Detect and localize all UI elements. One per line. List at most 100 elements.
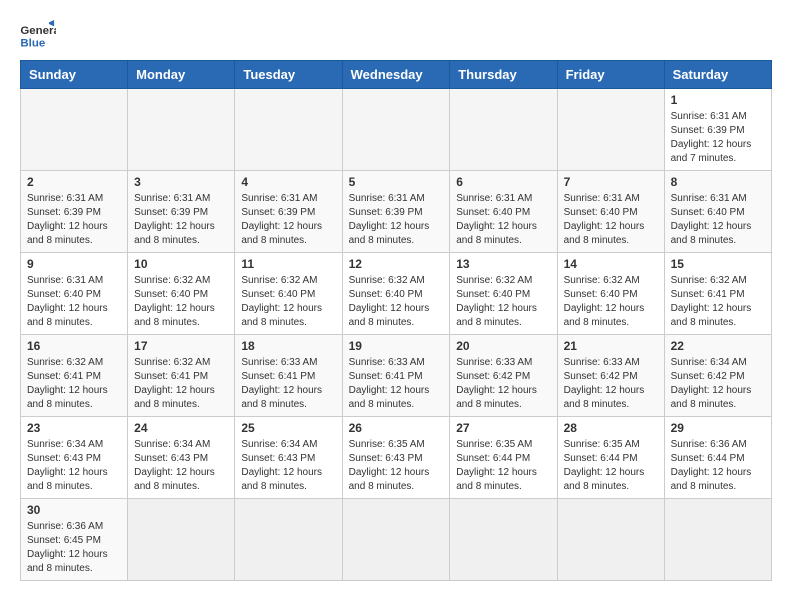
- day-info: Sunrise: 6:34 AM Sunset: 6:43 PM Dayligh…: [134, 438, 228, 494]
- calendar-day-cell: 17 Sunrise: 6:32 AM Sunset: 6:41 PM Dayli…: [128, 335, 235, 417]
- day-info: Sunrise: 6:31 AM Sunset: 6:40 PM Dayligh…: [564, 192, 658, 248]
- calendar-week-row: 23 Sunrise: 6:34 AM Sunset: 6:43 PM Dayli…: [21, 417, 772, 499]
- calendar-day-cell: 18Sunrise: 6:33 AM Sunset: 6:41 PM Dayli…: [235, 335, 342, 417]
- calendar-table: SundayMondayTuesdayWednesdayThursdayFrid…: [20, 60, 772, 581]
- day-number: 6: [456, 175, 550, 189]
- calendar-day-cell: [128, 499, 235, 581]
- day-number: 14: [564, 257, 658, 271]
- calendar-day-cell: 12 Sunrise: 6:32 AM Sunset: 6:40 PM Dayli…: [342, 253, 450, 335]
- day-info: Sunrise: 6:34 AM Sunset: 6:43 PM Dayligh…: [27, 438, 121, 494]
- day-number: 26: [349, 421, 444, 435]
- calendar-day-cell: 2 Sunrise: 6:31 AM Sunset: 6:39 PM Daylig…: [21, 171, 128, 253]
- day-number: 15: [671, 257, 765, 271]
- day-info: Sunrise: 6:33 AM Sunset: 6:42 PM Dayligh…: [456, 356, 550, 412]
- calendar-day-cell: [342, 499, 450, 581]
- column-header-sunday: Sunday: [21, 61, 128, 89]
- day-number: 30: [27, 503, 121, 517]
- calendar-day-cell: [342, 89, 450, 171]
- calendar-day-cell: 6 Sunrise: 6:31 AM Sunset: 6:40 PM Daylig…: [450, 171, 557, 253]
- svg-text:Blue: Blue: [20, 37, 45, 49]
- column-header-friday: Friday: [557, 61, 664, 89]
- day-number: 13: [456, 257, 550, 271]
- day-info: Sunrise: 6:32 AM Sunset: 6:40 PM Dayligh…: [564, 274, 658, 330]
- day-info: Sunrise: 6:32 AM Sunset: 6:40 PM Dayligh…: [134, 274, 228, 330]
- day-number: 27: [456, 421, 550, 435]
- logo: General Blue: [20, 20, 66, 50]
- day-info: Sunrise: 6:33 AM Sunset: 6:42 PM Dayligh…: [564, 356, 658, 412]
- day-number: 16: [27, 339, 121, 353]
- calendar-day-cell: 26 Sunrise: 6:35 AM Sunset: 6:43 PM Dayli…: [342, 417, 450, 499]
- day-number: 19: [349, 339, 444, 353]
- general-blue-logo-icon: General Blue: [20, 20, 56, 50]
- calendar-day-cell: 20 Sunrise: 6:33 AM Sunset: 6:42 PM Dayli…: [450, 335, 557, 417]
- calendar-day-cell: 29 Sunrise: 6:36 AM Sunset: 6:44 PM Dayli…: [664, 417, 771, 499]
- calendar-day-cell: 24 Sunrise: 6:34 AM Sunset: 6:43 PM Dayli…: [128, 417, 235, 499]
- calendar-day-cell: [235, 89, 342, 171]
- day-number: 8: [671, 175, 765, 189]
- calendar-week-row: 16 Sunrise: 6:32 AM Sunset: 6:41 PM Dayli…: [21, 335, 772, 417]
- calendar-day-cell: 9 Sunrise: 6:31 AM Sunset: 6:40 PM Daylig…: [21, 253, 128, 335]
- day-number: 25: [241, 421, 335, 435]
- column-header-wednesday: Wednesday: [342, 61, 450, 89]
- calendar-day-cell: [21, 89, 128, 171]
- calendar-day-cell: 7Sunrise: 6:31 AM Sunset: 6:40 PM Daylig…: [557, 171, 664, 253]
- day-info: Sunrise: 6:31 AM Sunset: 6:39 PM Dayligh…: [671, 110, 765, 166]
- day-info: Sunrise: 6:36 AM Sunset: 6:44 PM Dayligh…: [671, 438, 765, 494]
- calendar-day-cell: 30 Sunrise: 6:36 AM Sunset: 6:45 PM Dayli…: [21, 499, 128, 581]
- day-number: 20: [456, 339, 550, 353]
- day-number: 2: [27, 175, 121, 189]
- day-info: Sunrise: 6:35 AM Sunset: 6:43 PM Dayligh…: [349, 438, 444, 494]
- day-info: Sunrise: 6:36 AM Sunset: 6:45 PM Dayligh…: [27, 520, 121, 576]
- day-info: Sunrise: 6:32 AM Sunset: 6:40 PM Dayligh…: [456, 274, 550, 330]
- column-header-thursday: Thursday: [450, 61, 557, 89]
- svg-text:General: General: [20, 25, 56, 37]
- day-number: 23: [27, 421, 121, 435]
- calendar-day-cell: 10 Sunrise: 6:32 AM Sunset: 6:40 PM Dayli…: [128, 253, 235, 335]
- calendar-day-cell: 15 Sunrise: 6:32 AM Sunset: 6:41 PM Dayli…: [664, 253, 771, 335]
- day-info: Sunrise: 6:31 AM Sunset: 6:40 PM Dayligh…: [671, 192, 765, 248]
- calendar-day-cell: [557, 89, 664, 171]
- page-header: General Blue: [20, 20, 772, 50]
- day-number: 9: [27, 257, 121, 271]
- day-number: 1: [671, 93, 765, 107]
- column-header-monday: Monday: [128, 61, 235, 89]
- calendar-day-cell: [557, 499, 664, 581]
- day-info: Sunrise: 6:32 AM Sunset: 6:40 PM Dayligh…: [349, 274, 444, 330]
- day-info: Sunrise: 6:32 AM Sunset: 6:41 PM Dayligh…: [671, 274, 765, 330]
- column-header-tuesday: Tuesday: [235, 61, 342, 89]
- day-number: 29: [671, 421, 765, 435]
- calendar-day-cell: 28Sunrise: 6:35 AM Sunset: 6:44 PM Dayli…: [557, 417, 664, 499]
- day-number: 12: [349, 257, 444, 271]
- day-number: 21: [564, 339, 658, 353]
- day-info: Sunrise: 6:31 AM Sunset: 6:39 PM Dayligh…: [349, 192, 444, 248]
- day-number: 17: [134, 339, 228, 353]
- calendar-day-cell: 4 Sunrise: 6:31 AM Sunset: 6:39 PM Daylig…: [235, 171, 342, 253]
- day-number: 22: [671, 339, 765, 353]
- calendar-day-cell: 21 Sunrise: 6:33 AM Sunset: 6:42 PM Dayli…: [557, 335, 664, 417]
- calendar-day-cell: 22Sunrise: 6:34 AM Sunset: 6:42 PM Dayli…: [664, 335, 771, 417]
- calendar-day-cell: 16 Sunrise: 6:32 AM Sunset: 6:41 PM Dayli…: [21, 335, 128, 417]
- day-number: 24: [134, 421, 228, 435]
- column-header-saturday: Saturday: [664, 61, 771, 89]
- day-info: Sunrise: 6:32 AM Sunset: 6:40 PM Dayligh…: [241, 274, 335, 330]
- day-info: Sunrise: 6:31 AM Sunset: 6:40 PM Dayligh…: [456, 192, 550, 248]
- day-number: 4: [241, 175, 335, 189]
- day-info: Sunrise: 6:35 AM Sunset: 6:44 PM Dayligh…: [456, 438, 550, 494]
- day-info: Sunrise: 6:32 AM Sunset: 6:41 PM Dayligh…: [27, 356, 121, 412]
- calendar-day-cell: [128, 89, 235, 171]
- calendar-week-row: 30 Sunrise: 6:36 AM Sunset: 6:45 PM Dayli…: [21, 499, 772, 581]
- calendar-day-cell: 8 Sunrise: 6:31 AM Sunset: 6:40 PM Daylig…: [664, 171, 771, 253]
- calendar-day-cell: 13 Sunrise: 6:32 AM Sunset: 6:40 PM Dayli…: [450, 253, 557, 335]
- calendar-day-cell: [450, 499, 557, 581]
- day-info: Sunrise: 6:33 AM Sunset: 6:41 PM Dayligh…: [349, 356, 444, 412]
- day-info: Sunrise: 6:31 AM Sunset: 6:40 PM Dayligh…: [27, 274, 121, 330]
- calendar-day-cell: 1 Sunrise: 6:31 AM Sunset: 6:39 PM Daylig…: [664, 89, 771, 171]
- day-info: Sunrise: 6:34 AM Sunset: 6:43 PM Dayligh…: [241, 438, 335, 494]
- day-info: Sunrise: 6:31 AM Sunset: 6:39 PM Dayligh…: [134, 192, 228, 248]
- day-info: Sunrise: 6:31 AM Sunset: 6:39 PM Dayligh…: [241, 192, 335, 248]
- calendar-week-row: 9 Sunrise: 6:31 AM Sunset: 6:40 PM Daylig…: [21, 253, 772, 335]
- day-info: Sunrise: 6:32 AM Sunset: 6:41 PM Dayligh…: [134, 356, 228, 412]
- day-info: Sunrise: 6:31 AM Sunset: 6:39 PM Dayligh…: [27, 192, 121, 248]
- day-number: 10: [134, 257, 228, 271]
- calendar-day-cell: 14 Sunrise: 6:32 AM Sunset: 6:40 PM Dayli…: [557, 253, 664, 335]
